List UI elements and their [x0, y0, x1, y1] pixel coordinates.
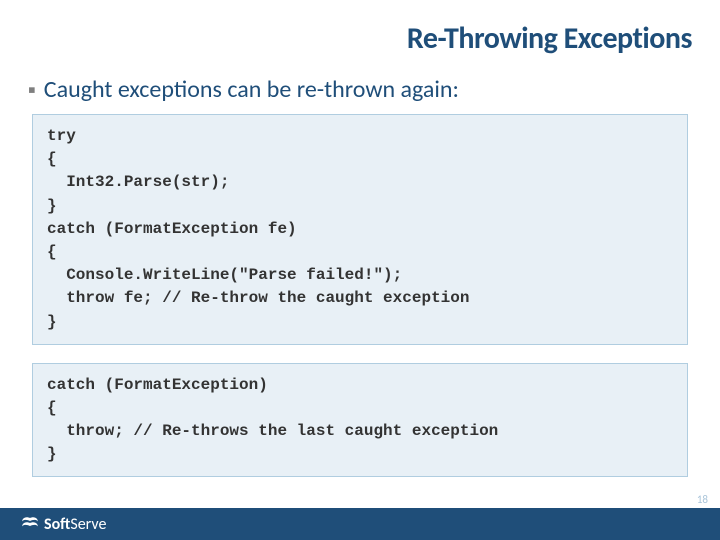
slide-title: Re-Throwing Exceptions	[28, 20, 692, 57]
code-block-1: try { Int32.Parse(str); } catch (FormatE…	[32, 114, 688, 345]
page-number: 18	[697, 493, 708, 506]
logo-icon	[20, 514, 40, 534]
logo-text-bold: Soft	[44, 515, 70, 534]
bullet-icon: ▪	[28, 79, 36, 101]
bullet-text: Caught exceptions can be re-thrown again…	[44, 75, 459, 104]
code-block-2: catch (FormatException) { throw; // Re-t…	[32, 363, 688, 478]
footer-bar: SoftServe	[0, 508, 720, 540]
slide: Re-Throwing Exceptions ▪ Caught exceptio…	[0, 0, 720, 540]
logo-text-light: Serve	[70, 515, 106, 534]
logo: SoftServe	[20, 514, 106, 534]
bullet-item: ▪ Caught exceptions can be re-thrown aga…	[28, 75, 692, 104]
